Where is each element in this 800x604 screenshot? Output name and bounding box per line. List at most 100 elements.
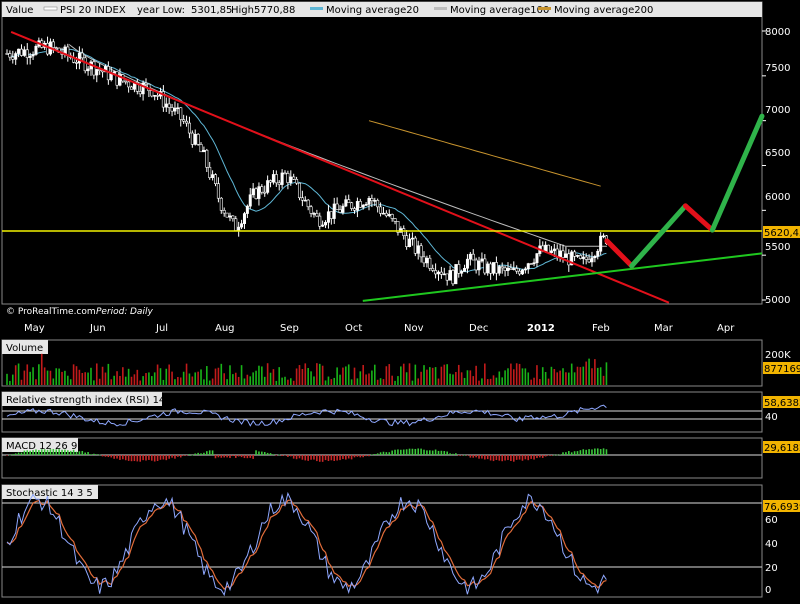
volume-bar: [345, 366, 347, 385]
volume-bar: [119, 375, 121, 385]
candle-body: [164, 103, 168, 108]
macd-bar: [544, 455, 547, 457]
macd-bar: [521, 455, 524, 461]
candle-body: [306, 199, 310, 208]
candle-body: [324, 222, 328, 226]
volume-bar: [426, 369, 428, 385]
macd-bar: [269, 453, 272, 455]
volume-bar: [536, 365, 538, 385]
macd-bar: [226, 455, 228, 458]
candle-body: [216, 183, 220, 199]
macd-bar: [116, 455, 118, 459]
volume-bar: [443, 364, 446, 385]
macd-bar: [197, 452, 199, 455]
volume-bar: [87, 372, 89, 385]
candle-body: [431, 268, 435, 271]
candle-body: [332, 203, 336, 219]
macd-bar: [524, 455, 527, 460]
candle-body: [274, 174, 278, 184]
macd-bar: [321, 455, 324, 462]
candle-body: [367, 197, 371, 205]
volume-bar: [20, 379, 23, 385]
volume-bar: [208, 380, 211, 385]
volume-bar: [153, 372, 156, 385]
macd-bar: [469, 455, 472, 458]
volume-bar: [226, 379, 228, 385]
macd-bar: [429, 450, 431, 455]
volume-bar: [457, 364, 460, 385]
candle-body: [544, 244, 548, 252]
macd-bar: [510, 455, 512, 461]
candle-body: [408, 238, 412, 248]
volume-bar: [113, 375, 115, 385]
candle-body: [54, 47, 58, 49]
volume-bar: [182, 371, 185, 385]
volume-bar: [246, 374, 249, 385]
volume-bar: [258, 365, 260, 385]
volume-bar: [602, 375, 605, 385]
macd-bar: [217, 455, 220, 458]
candle-body: [190, 132, 194, 145]
macd-bar: [489, 455, 492, 461]
macd-bar: [484, 455, 486, 460]
macd-bar: [507, 455, 509, 461]
candle-body: [471, 253, 475, 261]
macd-bar: [414, 448, 417, 455]
candle-body: [402, 228, 406, 236]
volume-bar: [327, 376, 330, 385]
macd-bar: [145, 455, 147, 461]
candle-body: [350, 202, 354, 209]
volume-bar: [243, 378, 246, 385]
volume-bar: [165, 368, 168, 385]
candle-body: [448, 270, 452, 281]
macd-bar: [501, 455, 503, 462]
candle-body: [381, 212, 385, 215]
volume-bar: [23, 370, 26, 385]
volume-bar: [481, 378, 483, 385]
candle-body: [468, 253, 472, 260]
y-tick-label: 5000: [765, 295, 790, 306]
macd-bar: [162, 455, 165, 460]
macd-bar: [481, 455, 483, 459]
candle-body: [11, 56, 15, 60]
volume-bar: [81, 372, 84, 385]
volume-bar: [353, 367, 356, 385]
legend-year-low: 5301,85: [191, 5, 232, 16]
volume-bar: [307, 368, 309, 385]
volume-bar: [292, 380, 295, 385]
volume-bar: [347, 364, 350, 385]
macd-bar: [87, 452, 89, 455]
volume-bar: [420, 371, 422, 385]
volume-bar: [336, 367, 338, 385]
macd-bar: [339, 455, 341, 461]
candle-body: [83, 57, 87, 72]
candle-body: [8, 53, 12, 58]
volume-bar: [478, 380, 480, 385]
legend-year-low-label: year Low:: [137, 5, 185, 16]
macd-bar: [174, 455, 176, 459]
volume-bar: [565, 372, 567, 385]
volume-bar: [194, 372, 197, 385]
candle-body: [497, 266, 501, 274]
volume-bar: [501, 377, 503, 385]
macd-bar: [446, 451, 448, 455]
macd-bar: [324, 455, 327, 461]
macd-bar: [541, 455, 544, 458]
candle-body: [512, 268, 516, 270]
candle-body: [312, 213, 316, 215]
y-tick-label: 6500: [765, 148, 790, 159]
macd-bar: [275, 455, 278, 456]
legend-ma100-swatch: [434, 7, 447, 10]
volume-bar: [417, 378, 420, 385]
macd-bar: [200, 453, 202, 455]
macd-bar: [168, 455, 170, 459]
macd-bar: [263, 451, 266, 455]
volume-bar: [559, 370, 561, 385]
candle-body: [379, 206, 383, 214]
volume-bar: [518, 363, 521, 385]
macd-bar: [402, 449, 405, 455]
volume-bar: [237, 376, 240, 385]
candle-body: [86, 68, 90, 72]
volume-bar: [61, 371, 63, 385]
macd-bar: [408, 448, 411, 455]
